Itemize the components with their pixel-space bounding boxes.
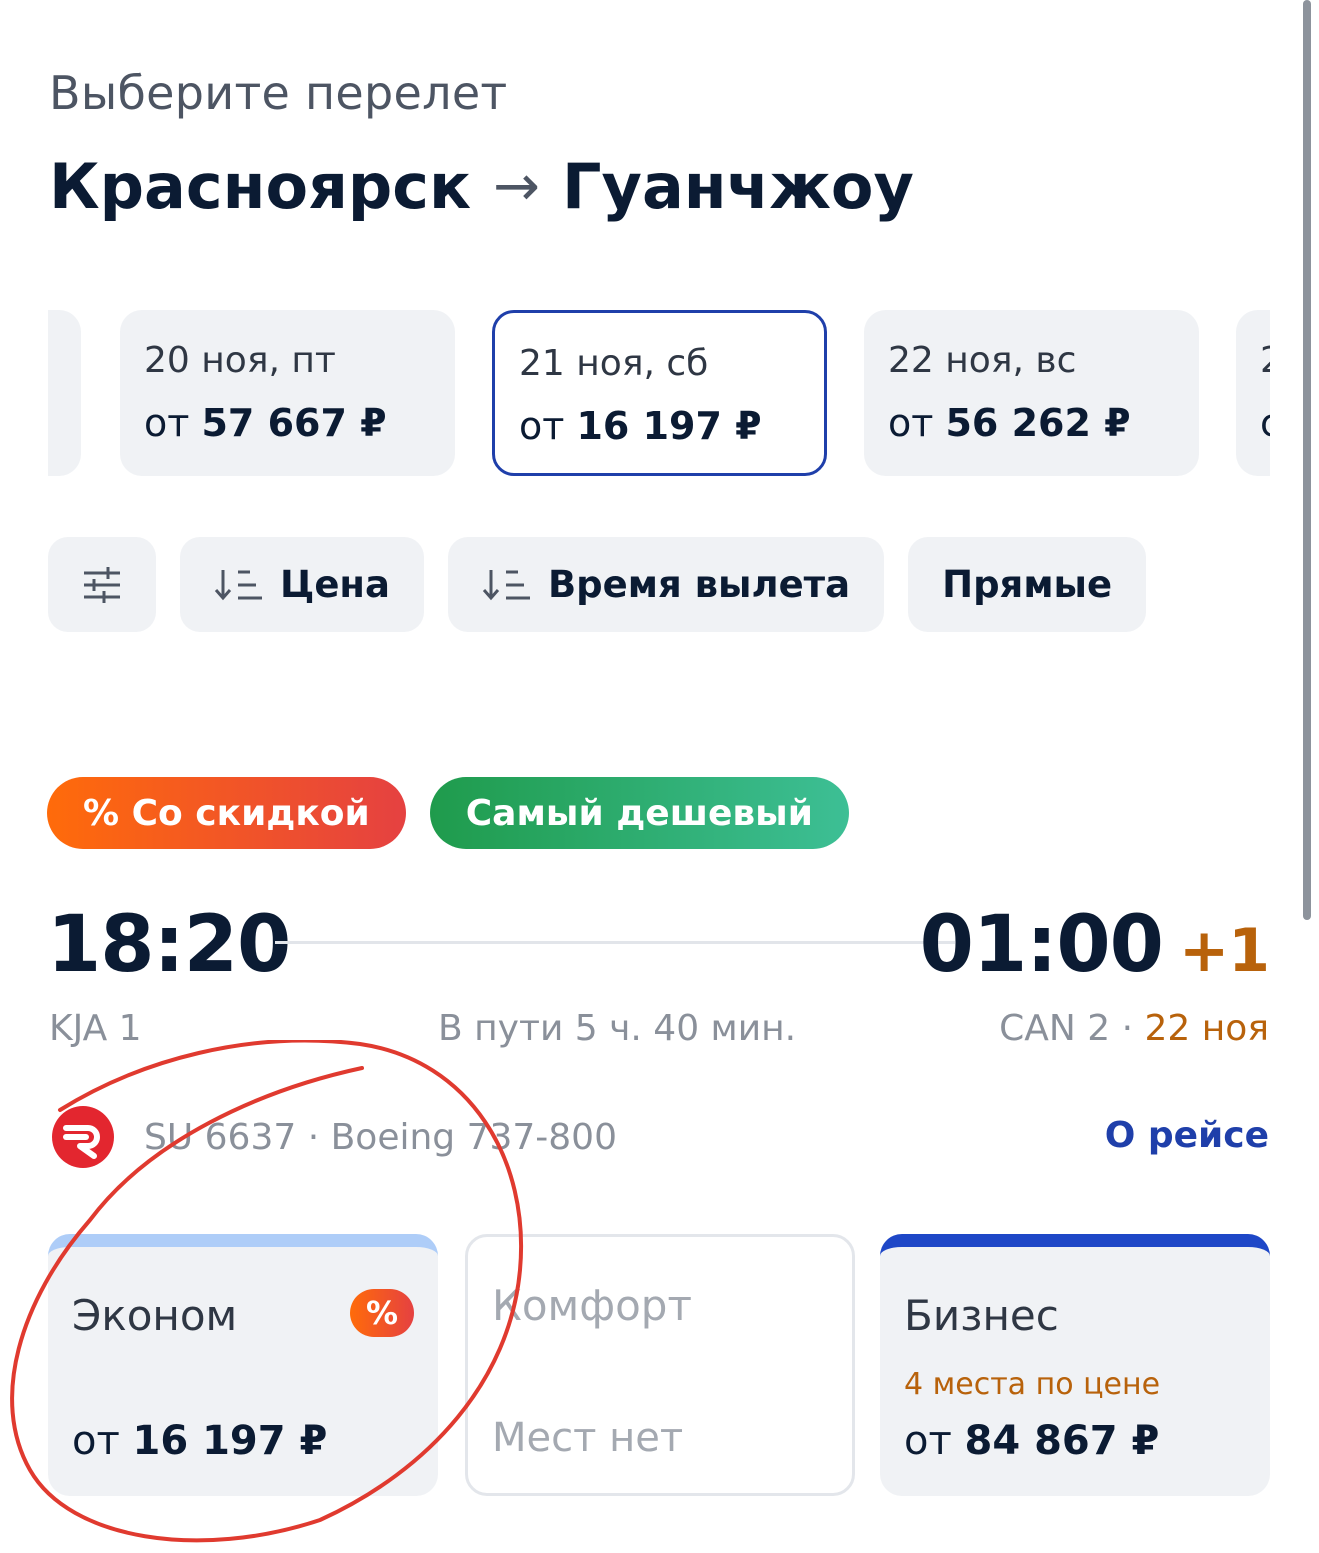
page-subtitle: Выберите перелет (49, 66, 508, 120)
arrival-date: 22 ноя (1144, 1008, 1269, 1049)
date-card-21-nov[interactable]: 21 ноя, сб от 16 197 ₽ (492, 310, 827, 476)
sort-icon (214, 569, 262, 600)
departure-airport: KJA 1 (49, 1008, 142, 1049)
fare-name: Комфорт (492, 1281, 692, 1330)
arrival-airport-block: CAN 2 · 22 ноя (999, 1008, 1269, 1049)
destination-city: Гуанчжоу (562, 150, 914, 223)
about-flight-link[interactable]: О рейсе (1105, 1115, 1269, 1156)
day-offset: +1 (1178, 916, 1270, 986)
date-card-next[interactable]: 2 с (1236, 310, 1270, 476)
filter-bar: Цена Время вылета Прямые (48, 537, 1147, 632)
date-price: от 16 197 ₽ (519, 404, 762, 448)
arrival-time: 01:00 (919, 900, 1164, 990)
date-label: 20 ноя, пт (144, 340, 336, 381)
timeline-divider (275, 941, 955, 944)
fare-business[interactable]: Бизнес 4 места по цене от 84 867 ₽ (880, 1234, 1270, 1496)
arrival-airport: CAN 2 · (999, 1008, 1134, 1049)
fare-comfort: Комфорт Мест нет (465, 1234, 855, 1496)
fare-name: Бизнес (904, 1291, 1059, 1340)
date-carousel: 20 ноя, пт от 57 667 ₽ 21 ноя, сб от 16 … (48, 310, 1270, 476)
fare-price: от 84 867 ₽ (904, 1418, 1160, 1464)
sort-departure-button[interactable]: Время вылета (447, 537, 885, 632)
seats-left: 4 места по цене (904, 1367, 1161, 1402)
arrival-time-block: 01:00 +1 (919, 900, 1270, 990)
direct-flights-button[interactable]: Прямые (908, 537, 1147, 632)
sort-icon (482, 569, 530, 600)
date-label: 21 ноя, сб (519, 343, 709, 384)
filters-button[interactable] (48, 537, 156, 632)
origin-city: Красноярск (49, 150, 472, 223)
flight-badges: % Со скидкой Самый дешевый (47, 777, 849, 849)
date-price: от 56 262 ₽ (888, 401, 1131, 445)
sort-price-button[interactable]: Цена (180, 537, 424, 632)
date-card-22-nov[interactable]: 22 ноя, вс от 56 262 ₽ (864, 310, 1199, 476)
date-label: 2 (1260, 340, 1270, 381)
discount-badge: % Со скидкой (47, 777, 406, 849)
sort-price-label: Цена (280, 563, 390, 606)
date-card-previous[interactable] (48, 310, 81, 476)
sort-departure-label: Время вылета (547, 563, 851, 606)
arrow-right-icon: → (493, 154, 541, 219)
fare-economy[interactable]: Эконом % от 16 197 ₽ (48, 1234, 438, 1496)
date-price: с (1260, 401, 1270, 445)
cheapest-badge: Самый дешевый (429, 777, 849, 849)
fare-price: от 16 197 ₽ (72, 1418, 328, 1464)
scrollbar[interactable] (1303, 0, 1311, 920)
sliders-icon (84, 566, 120, 603)
fare-status: Мест нет (492, 1415, 684, 1461)
date-card-20-nov[interactable]: 20 ноя, пт от 57 667 ₽ (120, 310, 455, 476)
flight-number-aircraft: SU 6637 · Boeing 737-800 (144, 1117, 617, 1158)
date-price: от 57 667 ₽ (144, 401, 387, 445)
departure-time: 18:20 (47, 900, 291, 990)
direct-flights-label: Прямые (942, 563, 1113, 606)
route-title: Красноярск → Гуанчжоу (49, 150, 914, 223)
airline-logo-icon (52, 1106, 114, 1168)
discount-percent-icon: % (350, 1289, 414, 1337)
flight-duration: В пути 5 ч. 40 мин. (438, 1008, 797, 1049)
date-label: 22 ноя, вс (888, 340, 1077, 381)
